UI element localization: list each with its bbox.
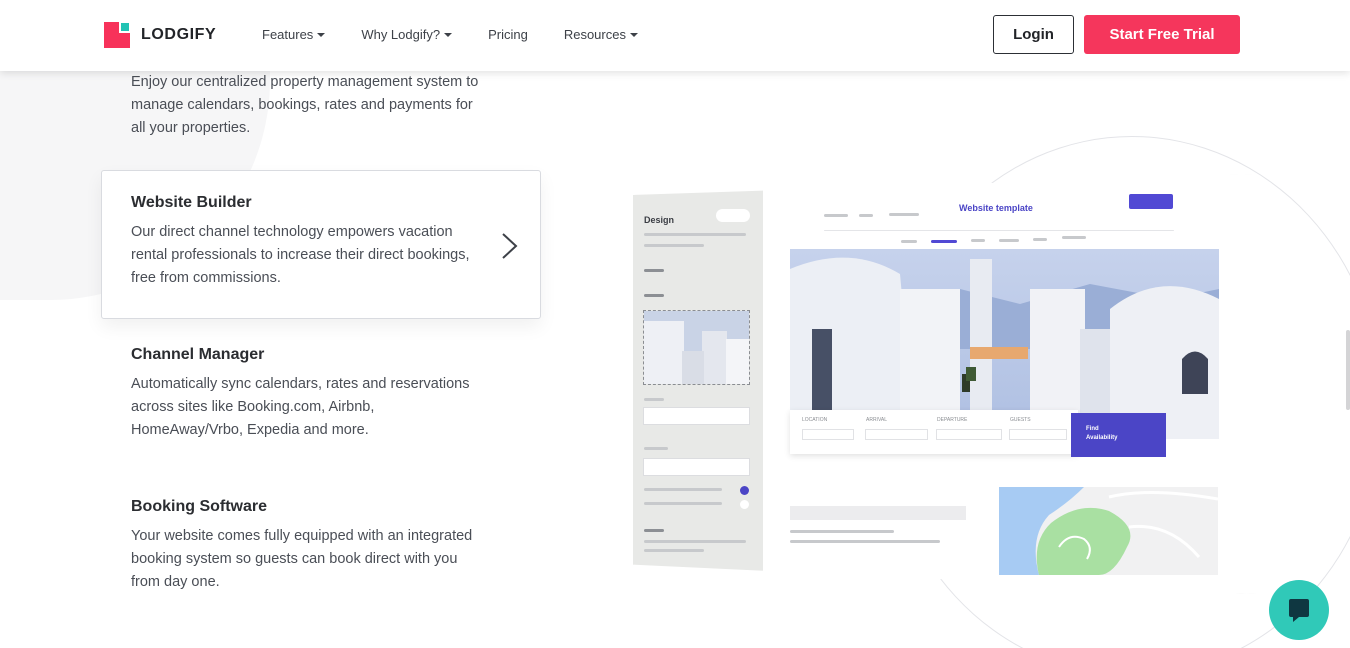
feature-description: Your website comes fully equipped with a… [131, 528, 473, 590]
brand-logo[interactable]: LODGIFY [104, 22, 216, 48]
feature-booking-software[interactable]: Booking Software Your website comes full… [131, 498, 481, 594]
site-header: LODGIFY Features Why Lodgify? Pricing Re… [0, 0, 1350, 71]
caret-down-icon [317, 32, 326, 37]
feature-website-builder[interactable]: Website Builder Our direct channel techn… [131, 194, 481, 290]
mockup-screen: Design Website template LOCATION ARRIVAL… [633, 174, 1257, 594]
login-button[interactable]: Login [993, 15, 1074, 54]
chevron-right-icon[interactable] [500, 232, 520, 260]
mockup-find-availability-button: Find Availability [1071, 413, 1166, 457]
nav-item-pricing[interactable]: Pricing [488, 27, 528, 42]
nav-item-label: Features [262, 27, 314, 42]
mockup-select [643, 407, 750, 425]
caret-down-icon [629, 32, 638, 37]
mockup-map [999, 487, 1218, 575]
mockup-toggle [716, 209, 750, 222]
nav-item-resources[interactable]: Resources [564, 27, 638, 42]
feature-title: Channel Manager [131, 346, 265, 363]
start-free-trial-button[interactable]: Start Free Trial [1084, 15, 1240, 54]
nav-item-label: Why Lodgify? [361, 27, 441, 42]
feature-description: Our direct channel technology empowers v… [131, 224, 470, 286]
nav-item-label: Resources [563, 27, 626, 42]
mockup-select [643, 458, 750, 476]
logo-mark-icon [104, 22, 130, 48]
caret-down-icon [444, 32, 453, 37]
mockup-search-bar: LOCATION ARRIVAL DEPARTURE GUESTS [790, 410, 1078, 454]
nav-item-why-lodgify[interactable]: Why Lodgify? [361, 27, 453, 42]
page: LODGIFY Features Why Lodgify? Pricing Re… [0, 0, 1350, 648]
mockup-cta [1129, 194, 1173, 209]
mockup-panel-label: Design [644, 215, 675, 225]
feature-title: Booking Software [131, 498, 268, 515]
website-builder-mockup: Design Website template LOCATION ARRIVAL… [633, 174, 1257, 594]
mockup-template-title: Website template [959, 203, 1033, 213]
brand-name: LODGIFY [141, 26, 217, 43]
feature-description: Automatically sync calendars, rates and … [131, 376, 470, 438]
feature-property-management[interactable]: Enjoy our centralized property managemen… [131, 71, 481, 140]
nav-item-features[interactable]: Features [262, 27, 326, 42]
chat-bubble-icon [1289, 599, 1309, 622]
feature-channel-manager[interactable]: Channel Manager Automatically sync calen… [131, 346, 481, 442]
mockup-design-panel: Design [633, 174, 763, 594]
chat-button[interactable] [1269, 580, 1329, 640]
main-nav: Features Why Lodgify? Pricing Resources [262, 27, 674, 42]
page-scrollbar[interactable] [1346, 330, 1350, 410]
nav-item-label: Pricing [488, 27, 528, 42]
feature-title: Website Builder [131, 194, 252, 211]
feature-description: Enjoy our centralized property managemen… [131, 74, 479, 136]
mockup-image-thumbnail [643, 310, 750, 385]
